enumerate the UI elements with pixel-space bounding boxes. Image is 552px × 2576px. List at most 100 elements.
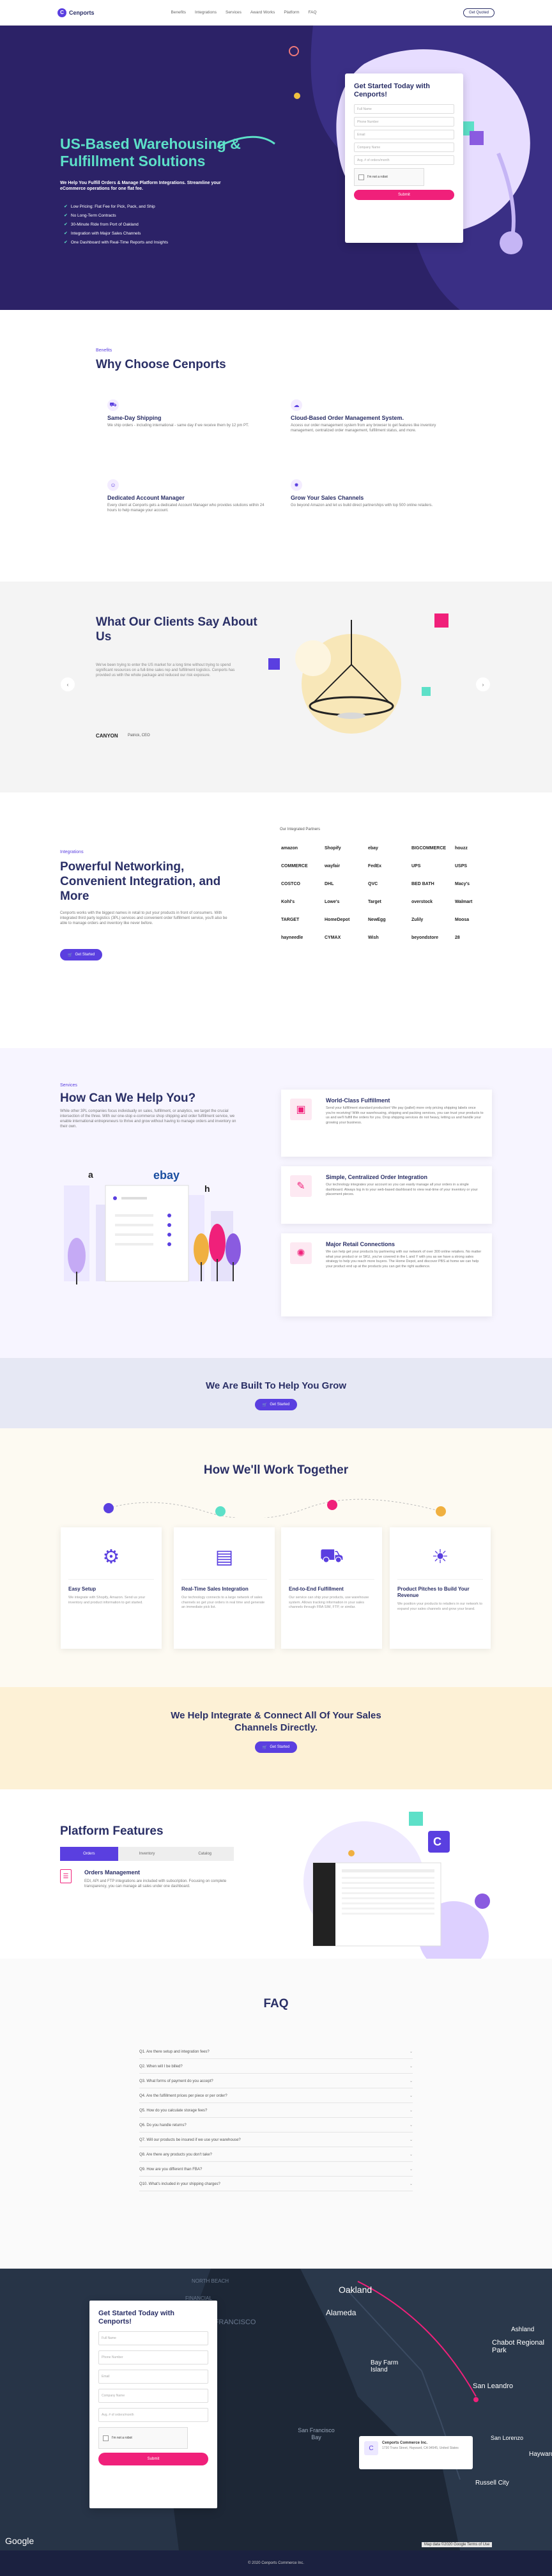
phone-field[interactable]: Phone Number — [98, 2350, 208, 2364]
map-label-chabot: Chabot Regional Park — [492, 2339, 544, 2354]
map-label-san-leandro: San Leandro — [473, 2382, 513, 2390]
cart-icon: 🛒 — [262, 1403, 268, 1407]
captcha-checkbox[interactable] — [358, 174, 364, 180]
partner-logo: FedEx — [368, 863, 382, 868]
faq-item[interactable]: Q8. Are there any products you don't tak… — [139, 2148, 413, 2162]
nav-link-services[interactable]: Services — [226, 10, 241, 15]
hero-title: US-Based Warehousing & Fulfillment Solut… — [60, 135, 241, 169]
get-started-button[interactable]: 🛒 Get Started — [254, 1741, 298, 1753]
get-started-button[interactable]: 🛒 Get Started — [254, 1399, 298, 1410]
submit-button[interactable]: Submit — [98, 2453, 208, 2465]
faq-item[interactable]: Q4. Are the fulfillment prices per piece… — [139, 2089, 413, 2103]
feature-cloud: ☁ Cloud-Based Order Management System. A… — [291, 399, 450, 433]
email-field[interactable]: Email — [354, 130, 454, 139]
captcha-checkbox[interactable] — [103, 2435, 109, 2441]
tab-inventory[interactable]: Inventory — [118, 1847, 176, 1861]
partner-logo: amazon — [281, 845, 298, 851]
service-card-fulfillment: ▣ World-Class Fulfillment Send your fulf… — [281, 1090, 492, 1157]
map-label-bay-farm: Bay Farm Island — [371, 2359, 399, 2373]
faq-item[interactable]: Q1. Are there setup and integration fees… — [139, 2045, 413, 2059]
faq-item[interactable]: Q2. When will I be billed? ⌄ — [139, 2060, 413, 2074]
full-name-field[interactable]: Full Name — [354, 104, 454, 114]
partner-logo: CYMAX — [325, 935, 341, 940]
tab-orders[interactable]: Orders — [60, 1847, 118, 1861]
get-quoted-button[interactable]: Get Quoted — [463, 8, 494, 17]
partner-logo: Target — [368, 899, 381, 904]
hero-bullet: ✔ Integration with Major Sales Channels — [64, 231, 141, 236]
nav-link-integrations[interactable]: Integrations — [195, 10, 217, 15]
captcha[interactable]: I'm not a robot — [98, 2427, 188, 2449]
chevron-down-icon[interactable]: ⌄ — [410, 2138, 413, 2142]
faq-item[interactable]: Q5. How do you calculate storage fees? ⌄ — [139, 2104, 413, 2118]
svg-text:a: a — [88, 1169, 93, 1180]
partner-logo: COMMERCE — [281, 863, 308, 868]
nav-links: Benefits Integrations Services Award Wor… — [171, 10, 317, 15]
company-field[interactable]: Company Name — [354, 143, 454, 152]
faq-question: Q7. Will our products be insured if we u… — [139, 2138, 241, 2142]
built-title: We Are Built To Help You Grow — [205, 1380, 346, 1391]
step-text: Our service can ship your products, use … — [289, 1596, 369, 1609]
orders-per-month-field[interactable]: Avg. # of orders/month — [354, 155, 454, 165]
platform-title: Platform Features — [60, 1824, 164, 1838]
faq-item[interactable]: Q10. What's included in your shipping ch… — [139, 2177, 413, 2191]
chevron-down-icon[interactable]: ⌄ — [410, 2182, 413, 2186]
company-field[interactable]: Company Name — [98, 2389, 208, 2403]
nav-link-platform[interactable]: Platform — [284, 10, 299, 15]
map-label-oakland: Oakland — [339, 2285, 372, 2295]
map-pin-card[interactable]: C Cenports Commerce Inc. 1730 Trans Stre… — [359, 2436, 473, 2469]
chevron-down-icon[interactable]: ⌄ — [410, 2079, 413, 2083]
faq-item[interactable]: Q7. Will our products be insured if we u… — [139, 2133, 413, 2147]
orders-per-month-field[interactable]: Avg. # of orders/month — [98, 2408, 208, 2422]
chevron-down-icon[interactable]: ⌄ — [410, 2123, 413, 2127]
user-icon: ☺ — [107, 479, 119, 491]
chevron-down-icon[interactable]: ⌄ — [410, 2049, 413, 2054]
partner-logo: Walmart — [455, 899, 473, 904]
integrations-text: Cenports works with the biggest names in… — [60, 911, 227, 925]
map-label-san-lorenzo: San Lorenzo — [491, 2435, 524, 2441]
tab-catalog[interactable]: Catalog — [176, 1847, 234, 1861]
feature-text: We ship orders - including international… — [107, 424, 249, 428]
partner-logo: beyondstore — [411, 935, 439, 940]
map-attribution[interactable]: Map data ©2020 Google Terms of Use — [422, 2542, 493, 2547]
faq-item[interactable]: Q3. What forms of payment do you accept?… — [139, 2074, 413, 2088]
steps-path — [103, 1499, 446, 1518]
captcha[interactable]: I'm not a robot — [354, 168, 424, 186]
client-person: Patrick, CEO — [128, 734, 150, 737]
map-label-ashland: Ashland — [511, 2326, 535, 2333]
doc-icon: ✎ — [290, 1175, 312, 1197]
faq-question: Q2. When will I be billed? — [139, 2064, 183, 2069]
hero-bullet: ✔ No Long-Term Contracts — [64, 213, 116, 219]
email-field[interactable]: Email — [98, 2370, 208, 2384]
chevron-down-icon[interactable]: ⌄ — [410, 2064, 413, 2069]
map-signup-form: Get Started Today with Cenports! Full Na… — [89, 2301, 217, 2508]
step-title: Real-Time Sales Integration — [181, 1586, 249, 1592]
submit-button[interactable]: Submit — [354, 190, 454, 200]
partner-logo: BIGCOMMERCE — [411, 845, 447, 851]
chevron-down-icon[interactable]: ⌄ — [410, 2167, 413, 2171]
step-card-setup: ⚙ Easy Setup We integrate with Shopify, … — [61, 1527, 162, 1649]
chevron-down-icon[interactable]: ⌄ — [410, 2108, 413, 2113]
nav-link-award-works[interactable]: Award Works — [250, 10, 275, 15]
partner-logo-grid: amazon Shopify ebay BIGCOMMERCE houzz COMMERC… — [281, 844, 498, 942]
step-title: End-to-End Fulfillment — [289, 1586, 344, 1592]
faq-item[interactable]: Q6. Do you handle returns? ⌄ — [139, 2118, 413, 2133]
dashboard-illustration: C — [303, 1812, 490, 1959]
get-started-button[interactable]: 🛒 Get Started — [60, 949, 103, 960]
truck-icon: ⛟ — [289, 1535, 374, 1580]
next-arrow-icon[interactable]: › — [476, 677, 490, 691]
faq-item[interactable]: Q9. How are you different than FBA? ⌄ — [139, 2163, 413, 2177]
partner-logo: QVC — [368, 881, 378, 886]
services-illustration: ebay a h — [64, 1169, 241, 1284]
setup-icon: ⚙ — [68, 1535, 154, 1580]
prev-arrow-icon[interactable]: ‹ — [61, 677, 75, 691]
phone-field[interactable]: Phone Number — [354, 117, 454, 127]
logo[interactable]: C Cenports — [57, 8, 95, 17]
hero-bullet: ✔ Low Pricing: Flat Fee for Pick, Pack, a… — [64, 204, 155, 210]
step-card-fulfillment: ⛟ End-to-End Fulfillment Our service can… — [281, 1527, 382, 1649]
full-name-field[interactable]: Full Name — [98, 2331, 208, 2345]
nav-link-faq[interactable]: FAQ — [309, 10, 317, 15]
feature-title: Grow Your Sales Channels — [291, 495, 364, 501]
chevron-down-icon[interactable]: ⌄ — [410, 2094, 413, 2098]
chevron-down-icon[interactable]: ⌄ — [410, 2152, 413, 2157]
nav-link-benefits[interactable]: Benefits — [171, 10, 187, 15]
